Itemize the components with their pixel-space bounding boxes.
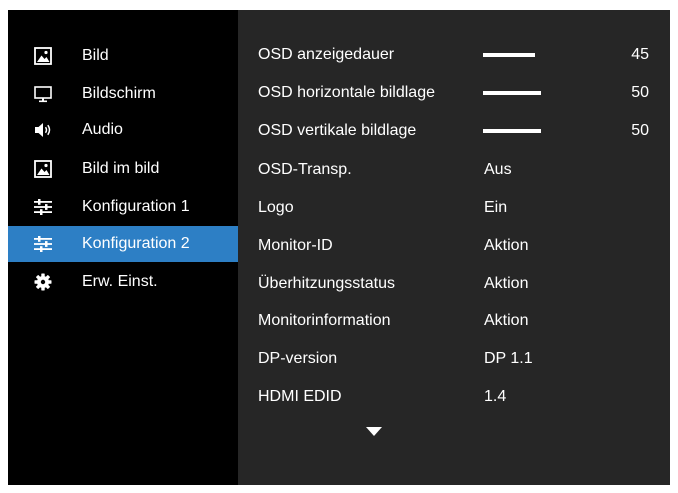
level-bar[interactable] (483, 91, 541, 95)
setting-label: HDMI EDID (258, 388, 342, 405)
setting-dp-version[interactable]: DP-version DP 1.1 (258, 340, 663, 378)
monitor-icon (34, 85, 52, 103)
setting-osd-horizontale-bildlage[interactable]: OSD horizontale bildlage 50 (258, 74, 663, 112)
sliders-icon (34, 198, 52, 216)
setting-label: OSD vertikale bildlage (258, 122, 417, 139)
osd-menu: Bild Bildschirm Audio Bild im bild Konfi… (8, 10, 670, 485)
sidebar-item-audio[interactable]: Audio (8, 112, 238, 148)
sidebar-item-bild[interactable]: Bild (8, 38, 238, 74)
sliders-icon (34, 235, 52, 253)
setting-label: DP-version (258, 350, 338, 367)
sidebar-item-label: Erw. Einst. (82, 273, 158, 290)
setting-hdmi-edid[interactable]: HDMI EDID 1.4 (258, 378, 663, 416)
gear-icon (34, 273, 52, 291)
setting-logo[interactable]: Logo Ein (258, 189, 663, 227)
setting-value[interactable]: Aus (484, 151, 512, 189)
setting-label: Monitor-ID (258, 237, 333, 254)
setting-value: 45 (631, 46, 649, 63)
picture-in-picture-icon (34, 160, 52, 178)
sidebar-item-label: Konfiguration 1 (82, 198, 190, 215)
setting-label: OSD anzeigedauer (258, 46, 395, 63)
setting-monitor-id[interactable]: Monitor-ID Aktion (258, 227, 663, 265)
setting-value[interactable]: Aktion (484, 227, 528, 265)
level-bar[interactable] (483, 53, 535, 57)
setting-label: Monitorinformation (258, 312, 391, 329)
setting-label: OSD horizontale bildlage (258, 84, 435, 101)
speaker-icon (34, 121, 52, 139)
sidebar-item-bild-im-bild[interactable]: Bild im bild (8, 151, 238, 187)
setting-value[interactable]: Aktion (484, 265, 528, 303)
setting-value: 50 (631, 84, 649, 101)
setting-osd-anzeigedauer[interactable]: OSD anzeigedauer 45 (258, 36, 663, 74)
setting-ueberhitzungsstatus[interactable]: Überhitzungsstatus Aktion (258, 265, 663, 303)
chevron-down-icon[interactable] (366, 427, 382, 436)
sidebar-item-label: Bild (82, 47, 109, 64)
setting-label: Überhitzungsstatus (258, 275, 395, 292)
setting-osd-transp[interactable]: OSD-Transp. Aus (258, 151, 663, 189)
sidebar-item-label: Konfiguration 2 (82, 235, 190, 252)
sidebar-item-bildschirm[interactable]: Bildschirm (8, 76, 238, 112)
sidebar-item-erw-einst[interactable]: Erw. Einst. (8, 264, 238, 300)
setting-osd-vertikale-bildlage[interactable]: OSD vertikale bildlage 50 (258, 112, 663, 150)
setting-value[interactable]: Ein (484, 189, 507, 227)
setting-value[interactable]: 1.4 (484, 378, 506, 416)
setting-value[interactable]: DP 1.1 (484, 340, 533, 378)
setting-value: 50 (631, 122, 649, 139)
setting-monitorinformation[interactable]: Monitorinformation Aktion (258, 302, 663, 340)
picture-icon (34, 47, 52, 65)
sidebar-item-label: Bild im bild (82, 160, 160, 177)
setting-value[interactable]: Aktion (484, 302, 528, 340)
sidebar-item-konfiguration-2[interactable]: Konfiguration 2 (8, 226, 238, 262)
setting-label: Logo (258, 199, 294, 216)
sidebar-item-label: Audio (82, 121, 123, 138)
level-bar[interactable] (483, 129, 541, 133)
setting-label: OSD-Transp. (258, 161, 352, 178)
sidebar-item-konfiguration-1[interactable]: Konfiguration 1 (8, 189, 238, 225)
sidebar-item-label: Bildschirm (82, 85, 156, 102)
